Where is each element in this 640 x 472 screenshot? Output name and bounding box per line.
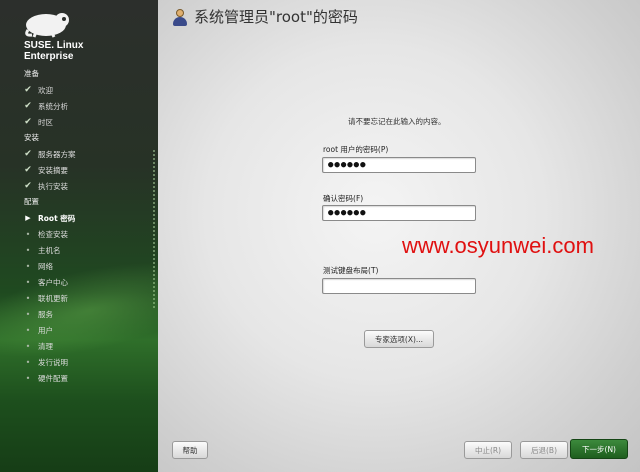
- step-label: 硬件配置: [38, 373, 68, 383]
- watermark-text: www.osyunwei.com: [402, 233, 594, 258]
- step-label: 服务器方案: [38, 149, 76, 159]
- help-button[interactable]: 帮助: [172, 441, 208, 459]
- checkmark-icon: ✔: [24, 117, 32, 127]
- pending-dot-icon: •: [25, 373, 31, 383]
- step-users: • 用户: [0, 322, 158, 338]
- brand-name: SUSE. Linux Enterprise: [24, 40, 83, 62]
- keyboard-test-input[interactable]: [322, 278, 476, 294]
- step-release-notes: • 发行说明: [0, 354, 158, 370]
- keyboard-accel-key: T: [370, 266, 376, 275]
- pending-dot-icon: •: [25, 293, 31, 303]
- suse-chameleon-logo: [25, 13, 69, 38]
- step-label: 时区: [38, 117, 53, 127]
- confirm-password-label: 确认密码(F): [323, 194, 364, 203]
- main-panel: 系统管理员"root"的密码 请不要忘记在此输入的内容。 root 用户的密码(…: [158, 0, 640, 472]
- step-label: 检查安装: [38, 229, 68, 239]
- section-install: 安装: [24, 133, 39, 142]
- abort-button[interactable]: 中止(R): [464, 441, 512, 459]
- step-hostname: • 主机名: [0, 242, 158, 258]
- next-button[interactable]: 下一步(N): [570, 439, 628, 459]
- step-label: 欢迎: [38, 85, 53, 95]
- user-icon: [172, 8, 188, 26]
- step-root-password: ▶ Root 密码: [0, 210, 158, 226]
- step-install-summary: ✔ 安装摘要: [0, 162, 158, 178]
- step-check-install: • 检查安装: [0, 226, 158, 242]
- expert-options-button[interactable]: 专家选项(X)...: [364, 330, 434, 348]
- step-perform-install: ✔ 执行安装: [0, 178, 158, 194]
- page-header: 系统管理员"root"的密码: [172, 6, 358, 27]
- step-online-update: • 联机更新: [0, 290, 158, 306]
- section-configure: 配置: [24, 197, 39, 206]
- root-password-input[interactable]: ●●●●●●: [322, 157, 476, 173]
- step-label: 安装摘要: [38, 165, 68, 175]
- checkmark-icon: ✔: [24, 149, 32, 159]
- step-label: 发行说明: [38, 357, 68, 367]
- section-prepare: 准备: [24, 69, 39, 78]
- pending-dot-icon: •: [25, 277, 31, 287]
- step-server-scenario: ✔ 服务器方案: [0, 146, 158, 162]
- step-hardware-config: • 硬件配置: [0, 370, 158, 386]
- keyboard-label-text: 测试键盘布局: [323, 266, 368, 275]
- page-title: 系统管理员"root"的密码: [194, 8, 358, 26]
- pending-dot-icon: •: [25, 341, 31, 351]
- password-label: root 用户的密码(P): [323, 145, 389, 154]
- checkmark-icon: ✔: [24, 101, 32, 111]
- password-hint: 请不要忘记在此输入的内容。: [348, 117, 446, 126]
- step-label: 网络: [38, 261, 53, 271]
- pending-dot-icon: •: [25, 229, 31, 239]
- current-step-arrow-icon: ▶: [25, 214, 31, 222]
- step-label: 主机名: [38, 245, 61, 255]
- confirm-label-text: 确认密码: [323, 194, 353, 203]
- password-label-text: root 用户的密码: [323, 145, 378, 154]
- step-label: 执行安装: [38, 181, 68, 191]
- keyboard-test-label: 测试键盘布局(T): [323, 266, 379, 275]
- password-accel-key: P: [380, 145, 386, 154]
- step-label: 系统分析: [38, 101, 68, 111]
- confirm-password-input[interactable]: ●●●●●●: [322, 205, 476, 221]
- step-label: 服务: [38, 309, 53, 319]
- pending-dot-icon: •: [25, 357, 31, 367]
- confirm-accel-key: F: [355, 194, 361, 203]
- step-system-analysis: ✔ 系统分析: [0, 98, 158, 114]
- step-cleanup: • 清理: [0, 338, 158, 354]
- checkmark-icon: ✔: [24, 181, 32, 191]
- step-services: • 服务: [0, 306, 158, 322]
- pending-dot-icon: •: [25, 309, 31, 319]
- step-label: 客户中心: [38, 277, 68, 287]
- step-label: 用户: [38, 325, 53, 335]
- checkmark-icon: ✔: [24, 165, 32, 175]
- pending-dot-icon: •: [25, 245, 31, 255]
- back-button[interactable]: 后退(B): [520, 441, 568, 459]
- checkmark-icon: ✔: [24, 85, 32, 95]
- brand-line-2: Enterprise: [24, 51, 74, 62]
- sidebar: SUSE. Linux Enterprise 准备 ✔ 欢迎 ✔ 系统分析 ✔ 时区 …: [0, 0, 158, 472]
- step-label: Root 密码: [38, 213, 76, 223]
- pending-dot-icon: •: [25, 261, 31, 271]
- step-navigation: 准备 ✔ 欢迎 ✔ 系统分析 ✔ 时区 安装 ✔ 服务器方案 ✔ 安装摘要 ✔ 执行安装 配…: [0, 66, 158, 386]
- step-timezone: ✔ 时区: [0, 114, 158, 130]
- step-customer-center: • 客户中心: [0, 274, 158, 290]
- pending-dot-icon: •: [25, 325, 31, 335]
- step-welcome: ✔ 欢迎: [0, 82, 158, 98]
- step-label: 联机更新: [38, 293, 68, 303]
- step-label: 清理: [38, 341, 53, 351]
- brand-line-1: SUSE. Linux: [24, 40, 84, 51]
- step-network: • 网络: [0, 258, 158, 274]
